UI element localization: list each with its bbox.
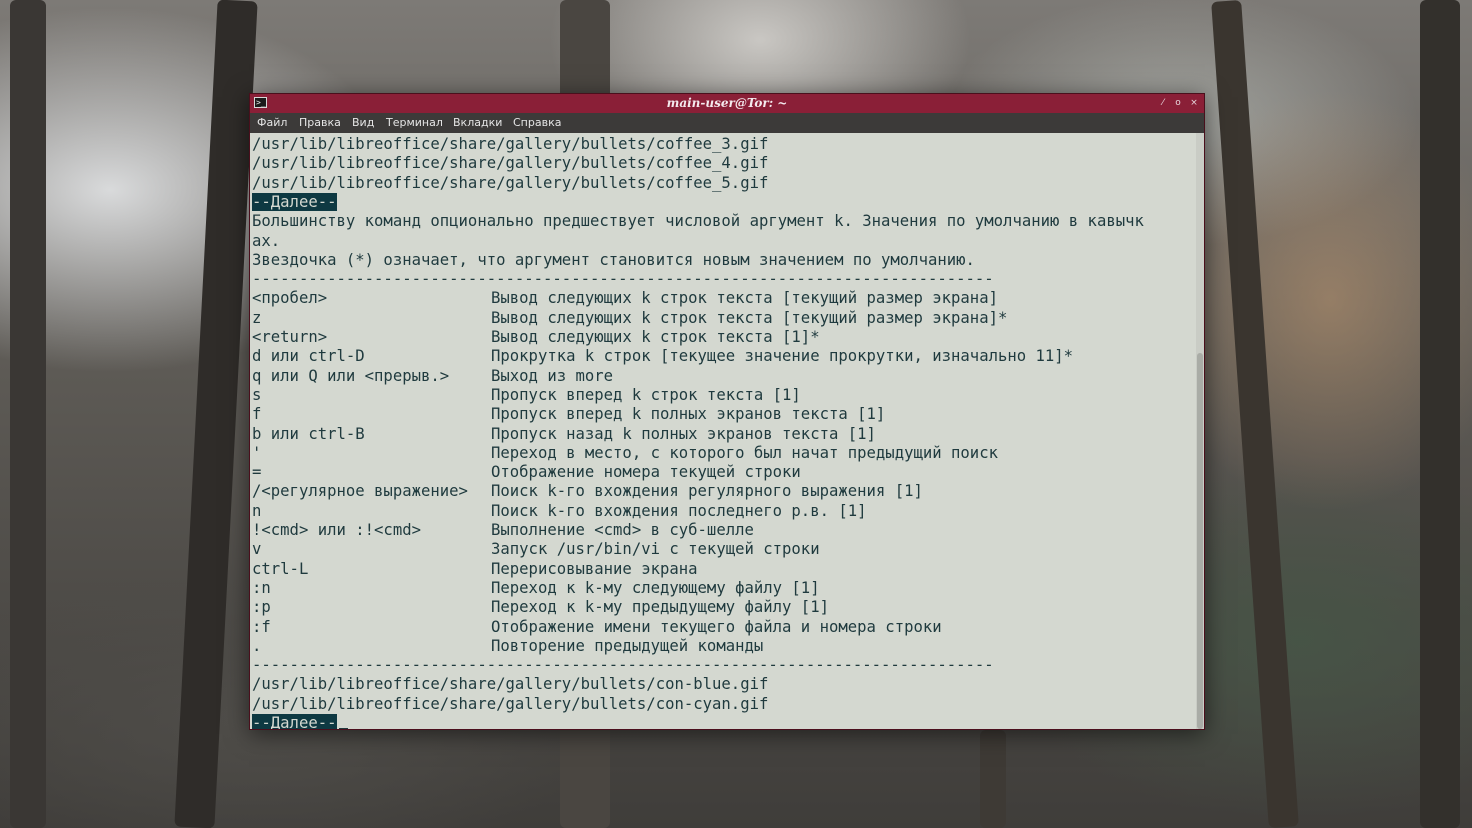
window-title: main-user@Tor: ~ [666,96,788,110]
tree-trunk [980,730,1006,828]
tree-trunk [10,0,46,828]
command-description: Повторение предыдущей команды [491,636,764,655]
command-key: :f [252,617,271,636]
command-key: ctrl-L [252,559,309,578]
tree-trunk [174,0,258,828]
menu-file[interactable]: Файл [257,113,287,133]
menu-help[interactable]: Справка [513,113,561,133]
command-key: . [252,636,262,655]
titlebar[interactable]: >_ main-user@Tor: ~ ⁄ o × [250,94,1204,113]
terminal-output[interactable]: /usr/lib/libreoffice/share/gallery/bulle… [250,133,1196,730]
close-button[interactable]: × [1187,96,1201,110]
command-key: v [252,540,262,559]
command-description: Вывод следующих k строк текста [текущий … [491,289,998,308]
menu-terminal[interactable]: Терминал [386,113,443,133]
menubar: Файл Правка Вид Терминал Вкладки Справка [250,113,1204,133]
command-key: /<регулярное выражение> [252,482,468,501]
command-key: b или ctrl-B [252,424,365,443]
command-key: ' [252,443,262,462]
menu-view[interactable]: Вид [352,113,374,133]
command-description: Переход к k-му следующему файлу [1] [491,578,820,597]
command-description: Пропуск назад k полных экранов текста [1… [491,424,876,443]
more-prompt-line: --Далее-- [252,192,337,212]
cursor [338,728,348,729]
command-key: q или Q или <прерыв.> [252,366,450,385]
more-prompt: --Далее-- [252,192,337,211]
command-key: n [252,501,262,520]
minimize-button[interactable]: ⁄ [1156,96,1170,110]
menu-edit[interactable]: Правка [299,113,341,133]
command-description: Пропуск вперед k строк текста [1] [491,385,801,404]
command-key: d или ctrl-D [252,347,365,366]
help-intro-line: Большинству команд опционально предшеств… [252,212,1144,231]
output-line: /usr/lib/libreoffice/share/gallery/bulle… [252,173,769,192]
maximize-button[interactable]: o [1171,96,1185,110]
separator-line: ----------------------------------------… [252,656,994,675]
command-key: <return> [252,328,328,346]
command-description: Запуск /usr/bin/vi с текущей строки [491,540,820,559]
command-description: Вывод следующих k строк текста [текущий … [491,308,1008,327]
command-description: Переход в место, с которого был начат пр… [491,443,998,462]
command-key: z [252,308,262,327]
command-key: = [252,463,262,482]
command-description: Отображение имени текущего файла и номер… [491,617,942,636]
menu-tabs[interactable]: Вкладки [453,113,502,133]
tree-trunk [1420,0,1460,828]
help-intro-line: Звездочка (*) означает, что аргумент ста… [252,250,975,269]
more-prompt-line: --Далее-- [252,714,348,730]
terminal-window[interactable]: >_ main-user@Tor: ~ ⁄ o × Файл Правка Ви… [249,93,1205,730]
more-prompt: --Далее-- [252,714,337,730]
tree-trunk [1211,0,1299,828]
command-description: Перерисовывание экрана [491,559,698,578]
command-description: Пропуск вперед k полных экранов текста [… [491,405,886,424]
command-description: Выход из more [491,366,614,385]
command-key: :n [252,578,271,597]
command-key: :p [252,598,271,617]
output-line: /usr/lib/libreoffice/share/gallery/bulle… [252,135,769,153]
output-line: /usr/lib/libreoffice/share/gallery/bulle… [252,675,769,694]
command-key: !<cmd> или :!<cmd> [252,521,421,539]
command-key: s [252,385,262,404]
help-intro-line: ах. [252,231,281,250]
command-description: Отображение номера текущей строки [491,463,801,482]
command-key: f [252,405,262,424]
command-description: Прокрутка k строк [текущее значение прок… [491,347,1074,366]
command-description: Вывод следующих k строк текста [1]* [491,328,820,346]
command-description: Поиск k-го вхождения последнего р.в. [1] [491,501,867,520]
output-line: /usr/lib/libreoffice/share/gallery/bulle… [252,154,769,173]
command-description: Переход к k-му предыдущему файлу [1] [491,598,829,617]
scrollbar-thumb[interactable] [1197,353,1203,729]
command-description: Выполнение <cmd> в суб-шелле [491,521,754,539]
command-description: Поиск k-го вхождения регулярного выражен… [491,482,923,501]
separator-line: ----------------------------------------… [252,270,994,289]
output-line: /usr/lib/libreoffice/share/gallery/bulle… [252,694,769,713]
command-key: <пробел> [252,289,328,308]
scrollbar[interactable] [1196,133,1204,729]
